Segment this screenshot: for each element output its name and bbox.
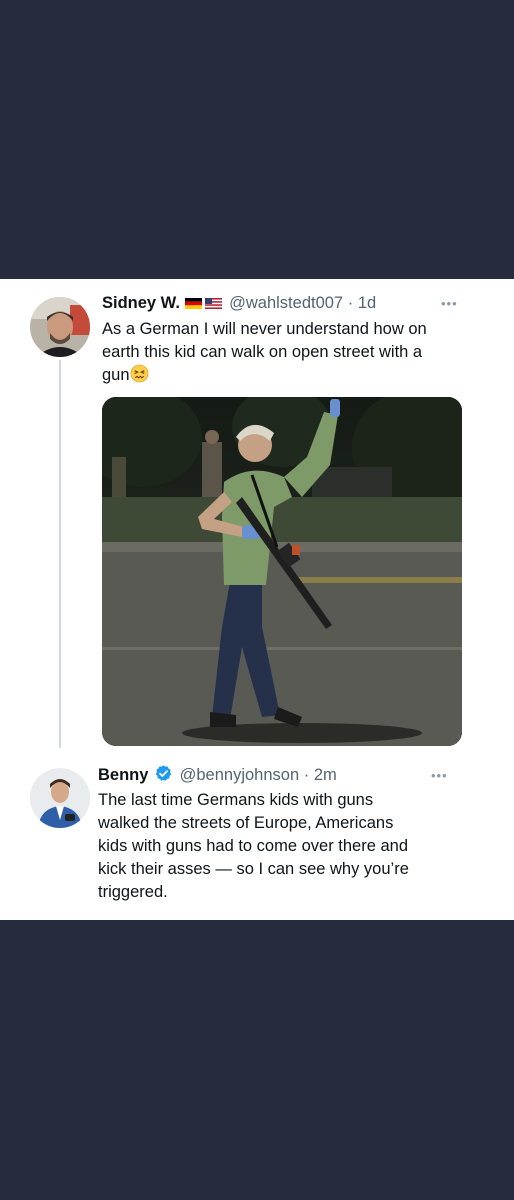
tweet-text: As a German I will never understand how … [102,318,467,387]
reply-text-line: kick their asses — so I can see why you’… [98,860,409,878]
tweet-header: Sidney W. @wahlstedt007 · 1d [102,292,376,314]
benny-avatar[interactable] [30,768,90,828]
avatar-image [30,297,90,357]
author-name[interactable]: Sidney W. [102,294,180,312]
reply-text-line: kids with guns had to come over there an… [98,837,409,855]
verified-badge-icon [155,765,172,781]
avatar-image [30,768,90,828]
author-handle[interactable]: @wahlstedt007 [229,294,343,312]
separator: · [347,294,354,312]
reply-author-handle[interactable]: @bennyjohnson [180,766,300,784]
reply-author-name[interactable]: Benny [98,766,148,784]
street-scene-image [102,397,462,746]
reply-header: Benny @bennyjohnson · 2m [98,764,337,786]
reply-text-line: walked the streets of Europe, Americans [98,814,394,832]
more-options-icon[interactable]: ••• [441,296,458,311]
timestamp[interactable]: 1d [358,294,376,312]
confounded-face-emoji-icon [130,364,148,383]
reply-text-line: The last time Germans kids with guns [98,791,374,809]
tweet-text-line: As a German I will never understand how … [102,320,427,338]
reply-text-line: triggered. [98,883,168,901]
tweet-text-line: earth this kid can walk on open street w… [102,343,423,361]
tweet-media-photo[interactable] [102,397,462,746]
tweet-text-line-end: gun [102,366,130,384]
reply-text: The last time Germans kids with guns wal… [98,789,463,904]
sidney-avatar[interactable] [30,297,90,357]
reply-more-options-icon[interactable]: ••• [431,768,448,783]
separator: · [303,766,310,784]
germany-flag-icon [184,298,202,309]
tweet-text-line: gun [102,364,467,387]
usa-flag-icon [204,298,222,309]
thread-line [59,360,61,748]
reply-timestamp[interactable]: 2m [314,766,337,784]
